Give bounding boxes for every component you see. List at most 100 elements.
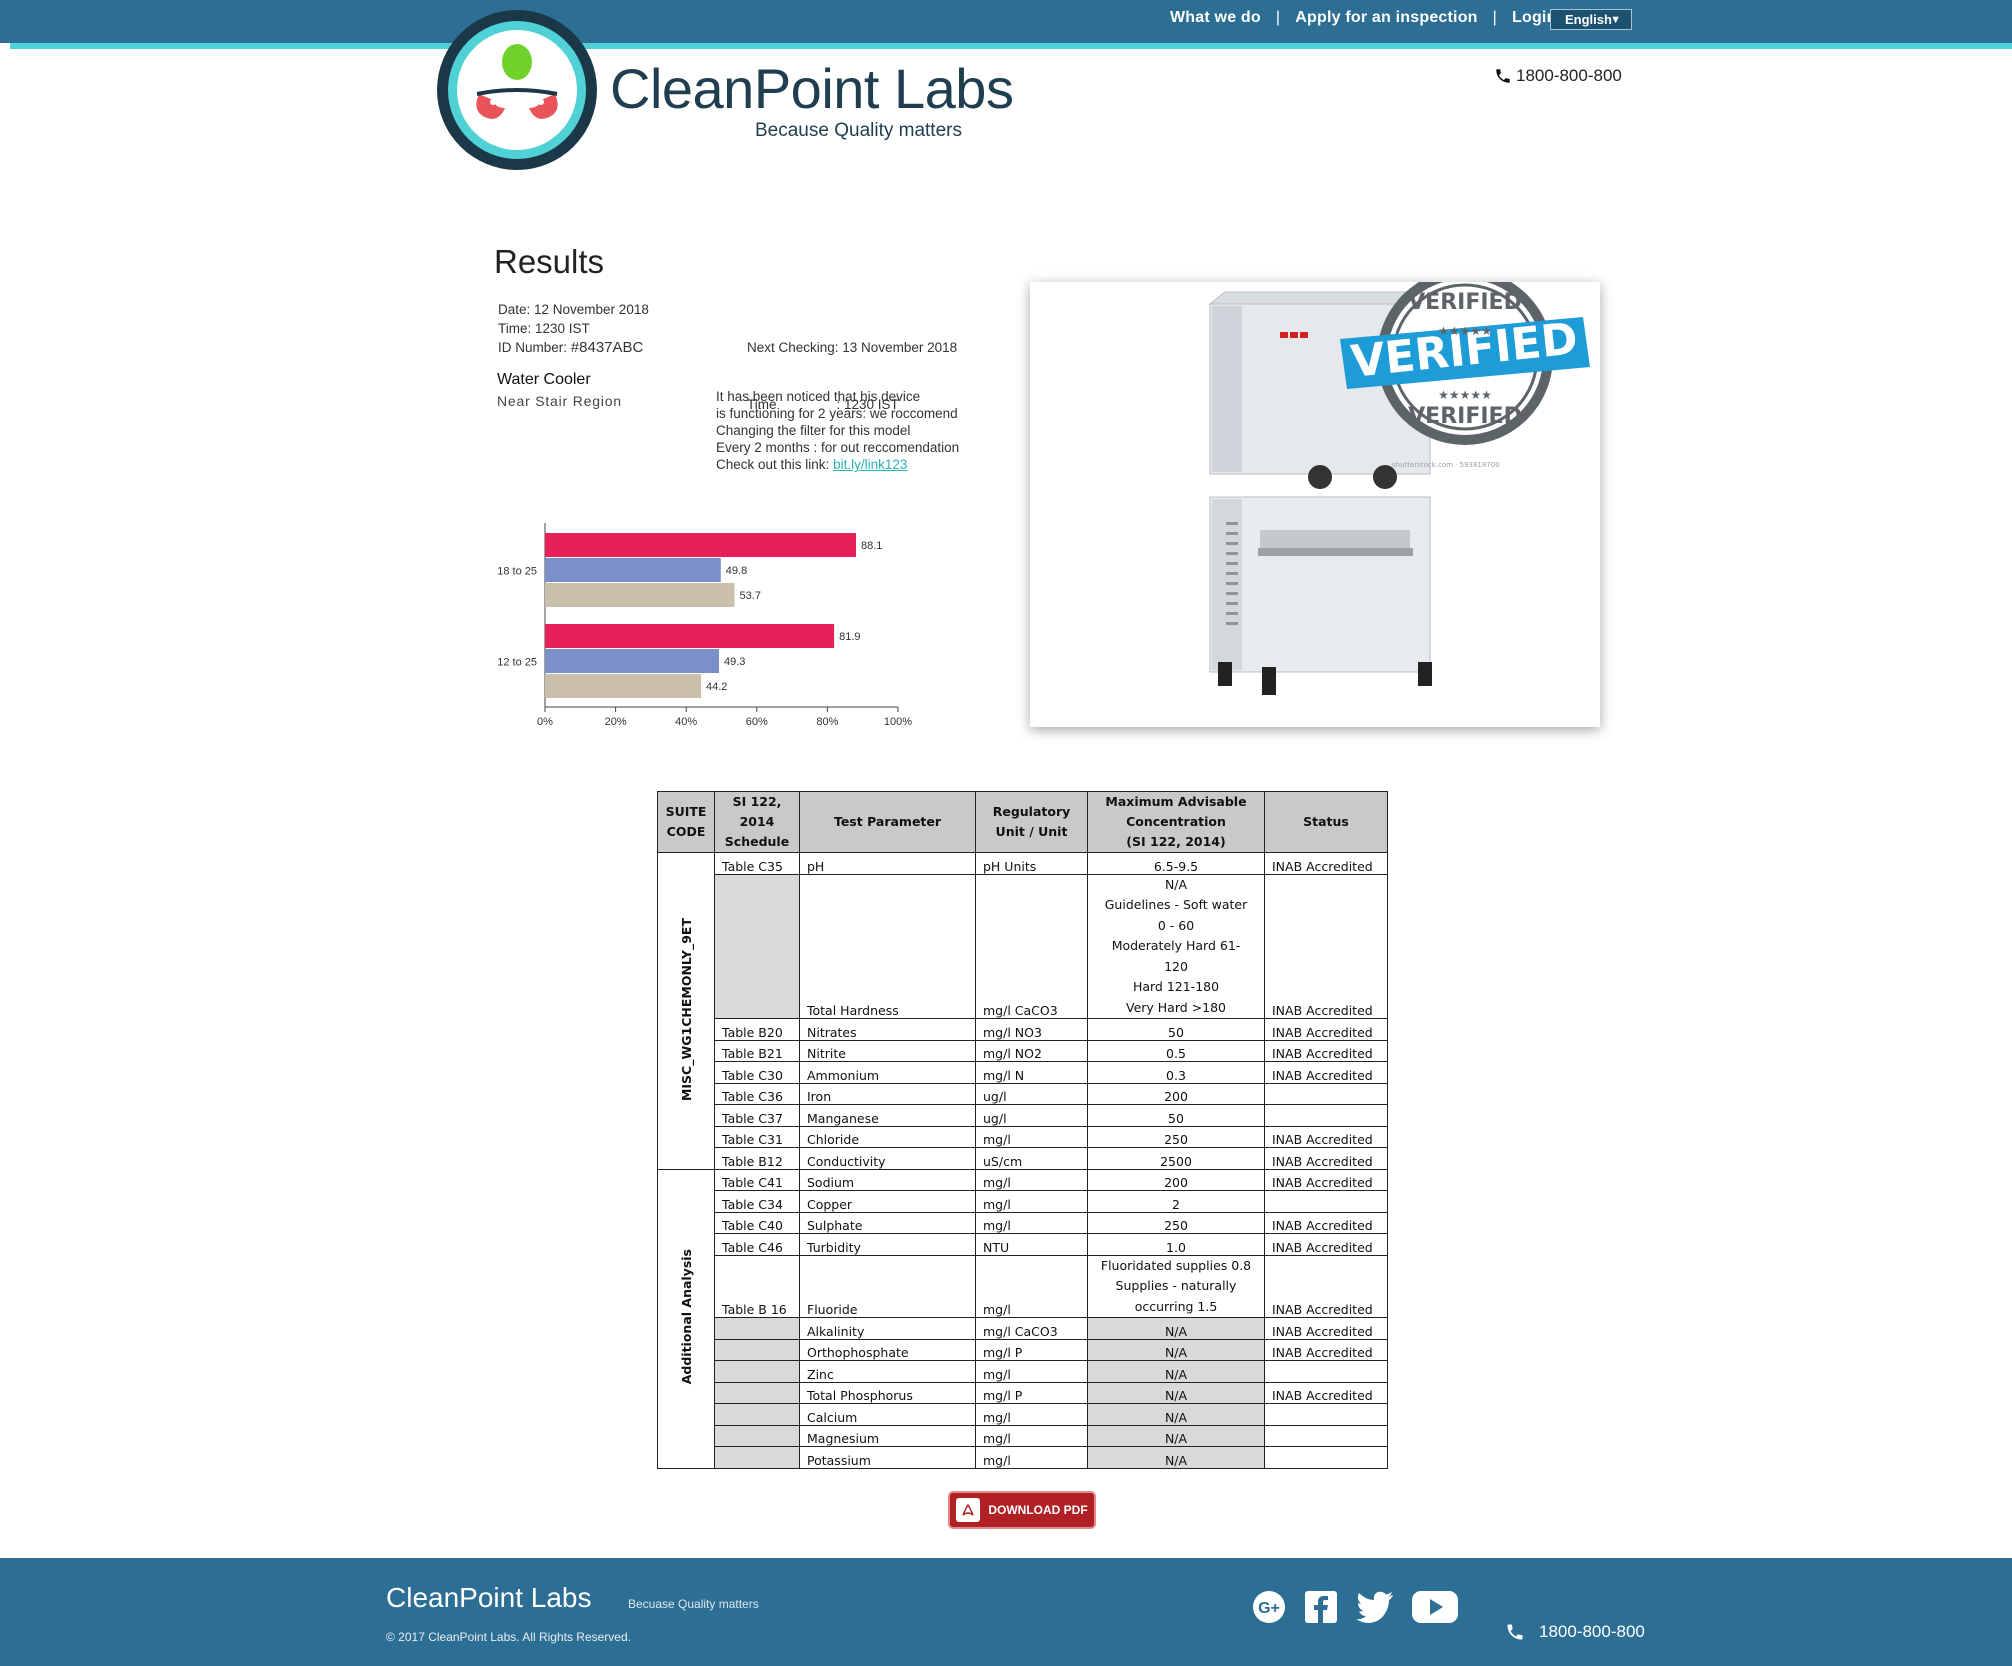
table-row: Table C40 Sulphate mg/l 250 INAB Accredited — [658, 1211, 1388, 1234]
top-bar-accent-line — [10, 43, 2012, 49]
note-link[interactable]: bit.ly/link123 — [833, 457, 907, 472]
status-cell: INAB Accredited — [1264, 1381, 1388, 1404]
status-cell — [1264, 1104, 1388, 1127]
water-cooler-image: VERIFIED VERIFIED VERIFIED ★★★★★ ★★★★★ s… — [1208, 269, 1590, 695]
schedule-cell: Table C40 — [714, 1211, 800, 1234]
language-select[interactable]: English ▼ — [1550, 9, 1632, 30]
schedule-cell — [714, 1338, 800, 1361]
result-id-label: ID Number: — [498, 340, 568, 355]
age-bar-chart: 88.1 49.8 53.7 18 to 25 81.9 49.3 44.2 12 to 25… — [497, 523, 912, 728]
unit-cell: uS/cm — [975, 1147, 1088, 1170]
schedule-cell: Table B21 — [714, 1039, 800, 1062]
download-pdf-button[interactable]: DOWNLOAD PDF — [948, 1491, 1096, 1529]
column-header: Status — [1264, 791, 1388, 853]
table-row: Table C36 Iron ug/l 200 — [658, 1082, 1388, 1105]
unit-cell: mg/l — [975, 1190, 1088, 1213]
max-concentration-cell: 6.5-9.5 — [1087, 852, 1265, 875]
suite-code-label: MISC_WG1CHEMONLY_9ET — [678, 917, 694, 1101]
footer-copyright: © 2017 CleanPoint Labs. All Rights Reser… — [386, 1630, 631, 1644]
unit-cell: mg/l CaCO3 — [975, 873, 1088, 1019]
status-cell: INAB Accredited — [1264, 1254, 1388, 1318]
parameter-cell: Alkalinity — [799, 1317, 976, 1340]
schedule-cell: Table C30 — [714, 1061, 800, 1084]
note-line: It has been noticed that his device — [716, 389, 921, 404]
download-pdf-label: DOWNLOAD PDF — [988, 1503, 1088, 1517]
schedule-cell: Table C37 — [714, 1104, 800, 1127]
max-concentration-cell: 2 — [1087, 1190, 1265, 1213]
status-cell: INAB Accredited — [1264, 1061, 1388, 1084]
unit-cell: mg/l N — [975, 1061, 1088, 1084]
status-cell: INAB Accredited — [1264, 1039, 1388, 1062]
unit-cell: mg/l — [975, 1360, 1088, 1383]
status-cell — [1264, 1424, 1388, 1447]
suite-code-cell: MISC_WG1CHEMONLY_9ET — [657, 852, 715, 1170]
table-row: Table C30 Ammonium mg/l N 0.3 INAB Accredite… — [658, 1061, 1388, 1084]
schedule-cell — [714, 1381, 800, 1404]
svg-text:VERIFIED: VERIFIED — [1408, 290, 1522, 315]
schedule-cell: Table C36 — [714, 1082, 800, 1105]
unit-cell: pH Units — [975, 852, 1088, 875]
table-row: Table B 16 Fluoride mg/l Fluoridated suppli… — [658, 1254, 1388, 1318]
schedule-cell — [714, 873, 800, 1019]
svg-text:★★★★★: ★★★★★ — [1438, 324, 1492, 338]
schedule-cell: Table B20 — [714, 1018, 800, 1041]
note-line: Changing the filter for this model — [716, 423, 911, 438]
nav-what-we-do[interactable]: What we do — [1170, 9, 1261, 27]
max-concentration-line: Fluoridated supplies 0.8 — [1100, 1257, 1252, 1273]
unit-cell: mg/l — [975, 1125, 1088, 1148]
logo-icon[interactable] — [457, 30, 577, 150]
schedule-cell: Table B12 — [714, 1147, 800, 1170]
max-concentration-line: Very Hard >180 — [1126, 999, 1226, 1015]
table-row: Total Phosphorus mg/l P N/A INAB Accredited — [658, 1381, 1388, 1404]
note-link-line: Check out this link: bit.ly/link123 — [716, 456, 1006, 473]
parameter-cell: Total Hardness — [799, 873, 976, 1019]
footer-tagline: Becuase Quality matters — [628, 1597, 759, 1611]
footer-phone-number: 1800-800-800 — [1539, 1622, 1645, 1641]
status-cell — [1264, 1190, 1388, 1213]
page: What we do | Apply for an inspection | L… — [0, 0, 2012, 1666]
max-concentration-line: 120 — [1164, 958, 1188, 974]
chart-bar — [545, 649, 720, 673]
status-cell — [1264, 1446, 1388, 1469]
footer: CleanPoint Labs Becuase Quality matters … — [0, 1558, 2012, 1666]
parameter-cell: Potassium — [799, 1446, 976, 1469]
facebook-icon[interactable] — [1304, 1590, 1338, 1629]
max-concentration-line: 0 - 60 — [1157, 917, 1195, 933]
footer-phone[interactable]: 1800-800-800 — [1505, 1622, 1645, 1642]
top-bar — [0, 0, 2012, 43]
google-plus-icon[interactable]: G+ — [1252, 1590, 1286, 1629]
chart-bar — [545, 674, 702, 698]
suite-code-cell: Additional Analysis — [657, 1168, 715, 1469]
nav-apply-inspection[interactable]: Apply for an inspection — [1295, 9, 1477, 27]
header-phone-number: 1800-800-800 — [1516, 66, 1622, 85]
chart-data-label: 44.2 — [706, 681, 727, 693]
status-cell — [1264, 1403, 1388, 1426]
table-row: Table B12 Conductivity uS/cm 2500 INAB Accre… — [658, 1147, 1388, 1170]
recommendation-note: It has been noticed that his device is f… — [716, 388, 1006, 473]
table-row: Table C31 Chloride mg/l 250 INAB Accredited — [658, 1125, 1388, 1148]
parameter-cell: Chloride — [799, 1125, 976, 1148]
status-cell: INAB Accredited — [1264, 1338, 1388, 1361]
twitter-icon[interactable] — [1356, 1591, 1394, 1628]
max-concentration-line: Hard 121-180 — [1132, 979, 1220, 994]
status-cell — [1264, 1082, 1388, 1105]
unit-cell: mg/l P — [975, 1381, 1088, 1404]
unit-cell: mg/l NO2 — [975, 1039, 1088, 1062]
table-row: MISC_WG1CHEMONLY_9ET Table C35 pH pH Units 6… — [657, 852, 1388, 1170]
note-line: Every 2 months : for out reccomendation — [716, 440, 960, 455]
table-row: Table B21 Nitrite mg/l NO2 0.5 INAB Accredit… — [658, 1039, 1388, 1062]
header-phone[interactable]: 1800-800-800 — [1494, 66, 1622, 86]
max-concentration-line: Supplies - naturally — [1115, 1278, 1237, 1293]
max-concentration-cell: 0.3 — [1087, 1061, 1265, 1084]
schedule-cell — [714, 1317, 800, 1340]
chart-data-label: 49.8 — [726, 565, 747, 577]
unit-cell: ug/l — [975, 1104, 1088, 1127]
result-meta: Date: 12 November 2018 Time: 1230 IST ID… — [498, 300, 649, 357]
youtube-icon[interactable] — [1412, 1590, 1458, 1629]
unit-cell: mg/l — [975, 1424, 1088, 1447]
schedule-cell: Table C34 — [714, 1190, 800, 1213]
svg-text:★★★★★: ★★★★★ — [1438, 388, 1492, 402]
svg-text:shutterstock.com · 593818700: shutterstock.com · 593818700 — [1392, 461, 1500, 469]
status-cell: INAB Accredited — [1264, 1317, 1388, 1340]
unit-cell: NTU — [975, 1233, 1088, 1256]
